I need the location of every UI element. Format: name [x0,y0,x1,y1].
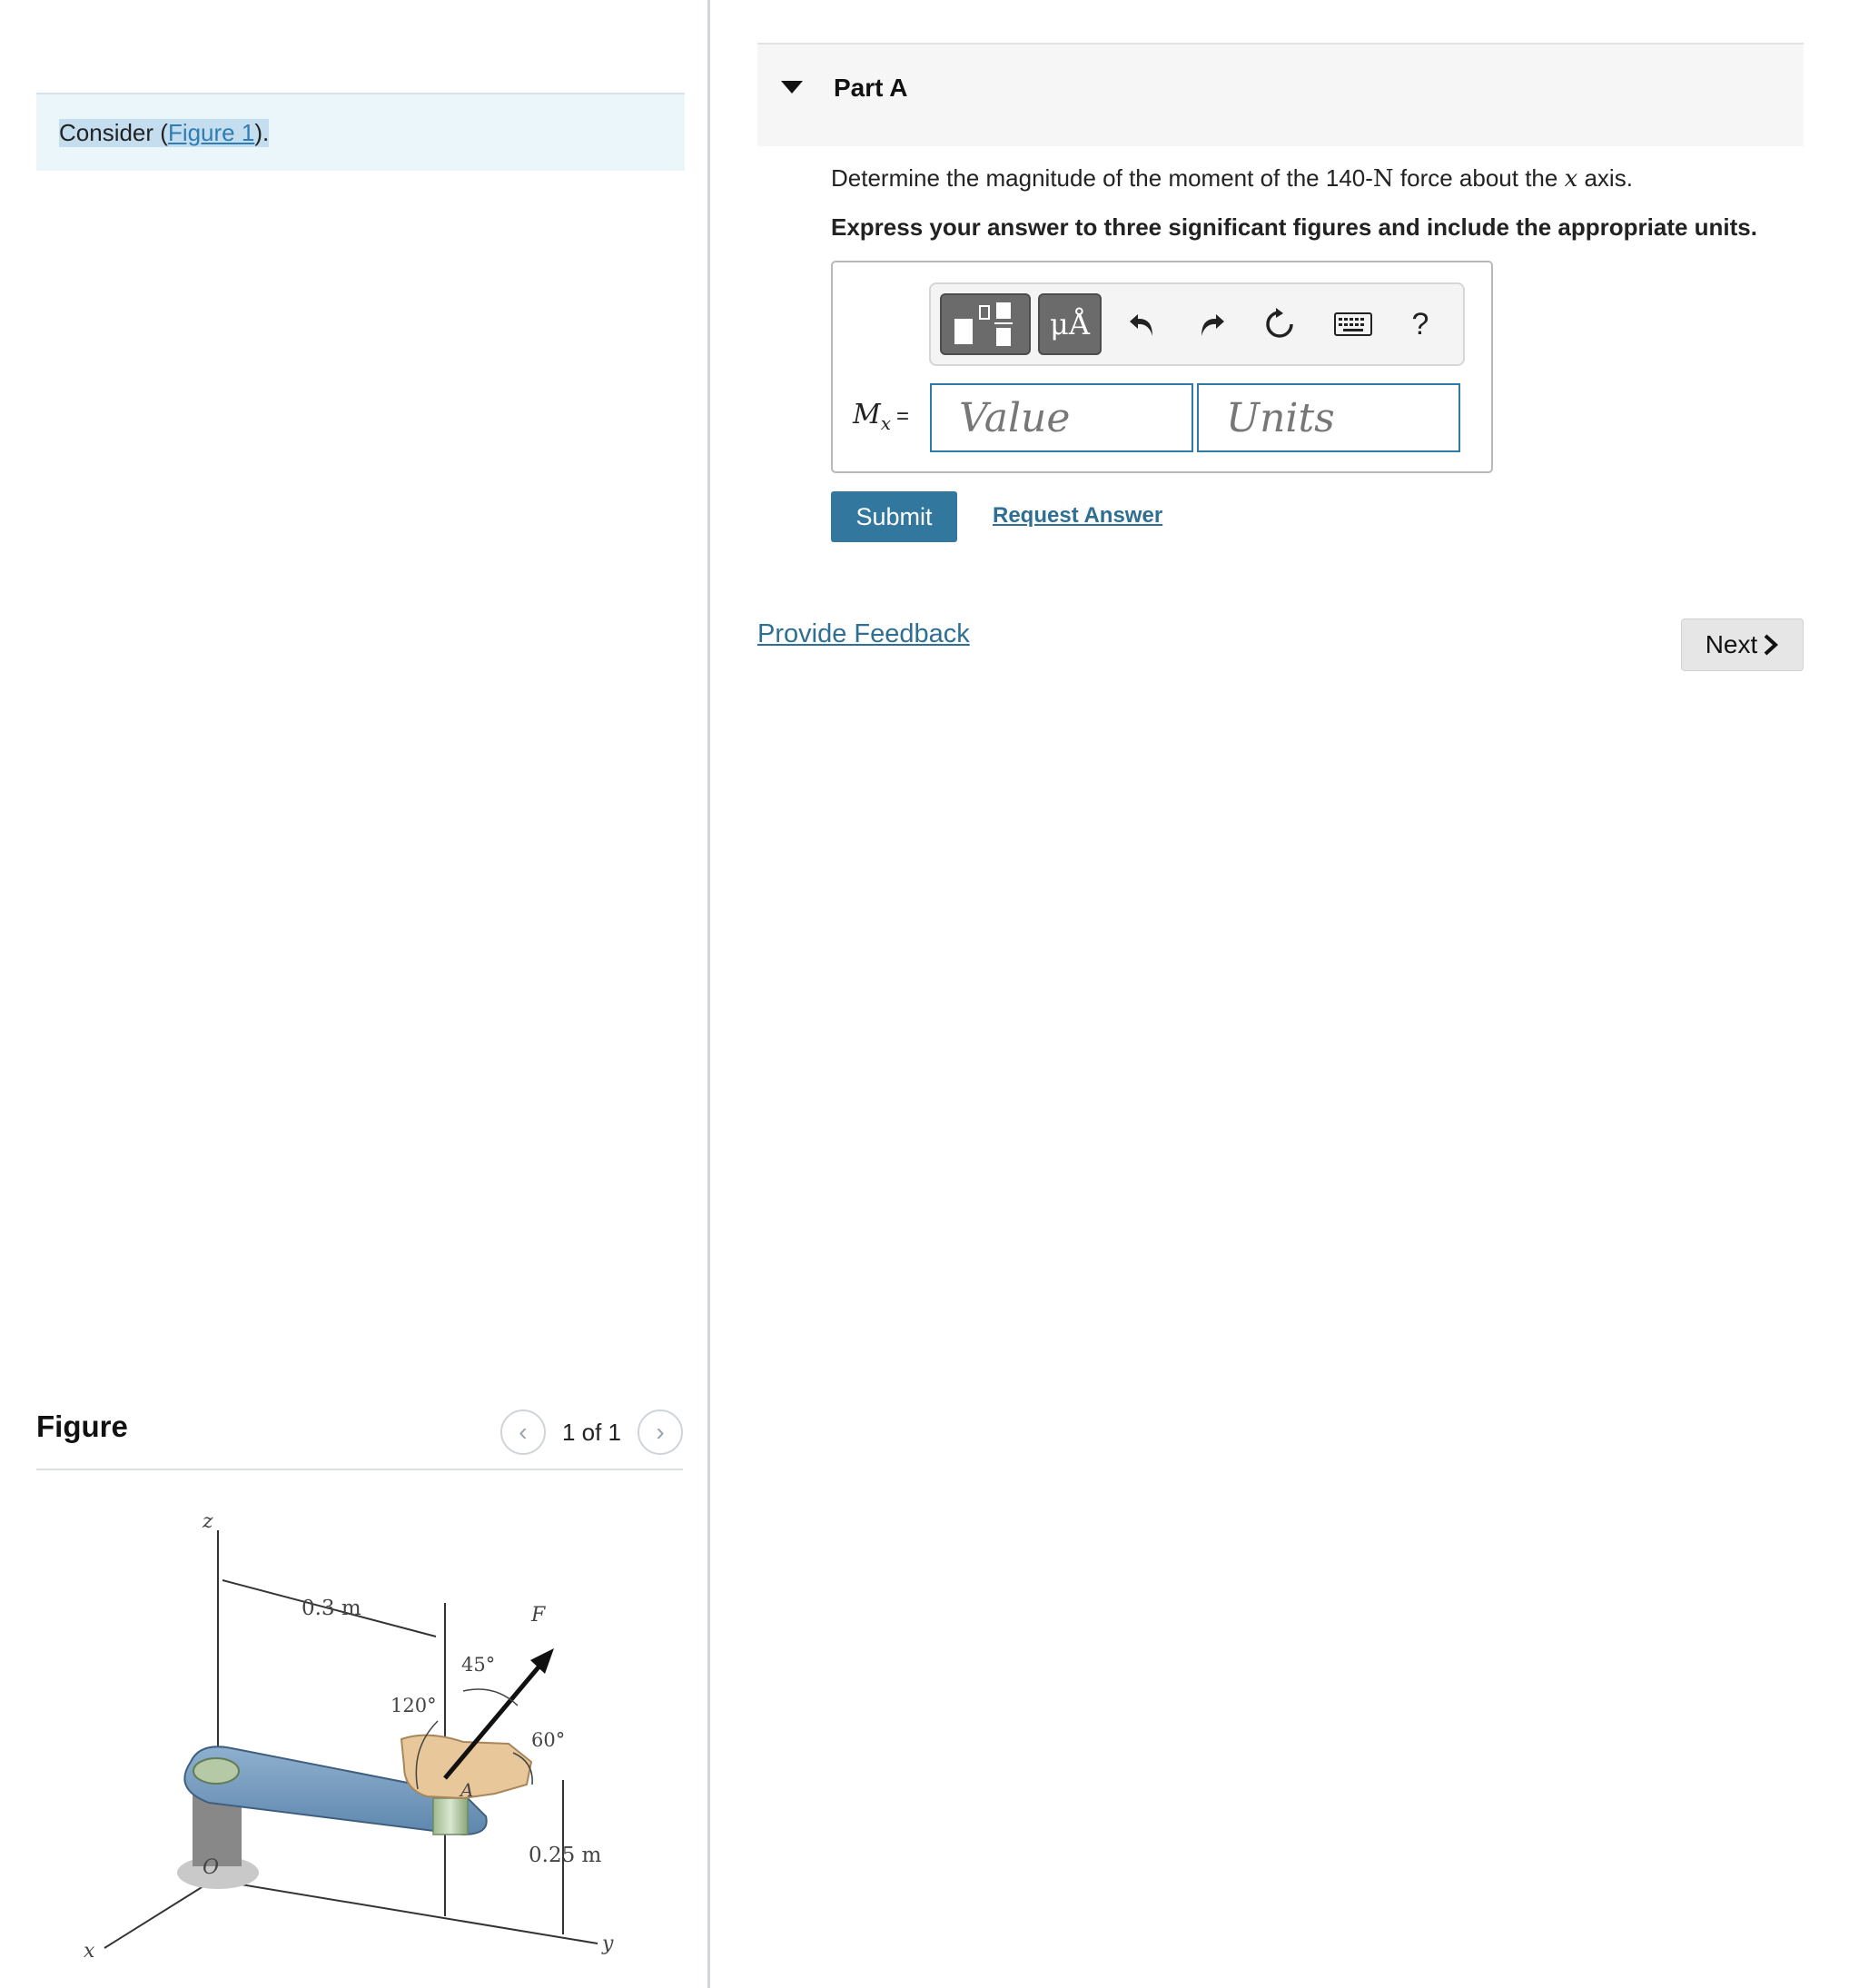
dimension-0-3m: 0.3 m [302,1597,361,1620]
origin-label: O [203,1856,219,1879]
y-axis-label: y [601,1933,614,1955]
angle-45: 45° [461,1654,495,1676]
request-answer-link[interactable]: Request Answer [993,503,1162,529]
templates-button[interactable] [940,293,1031,355]
undo-button[interactable] [1118,284,1167,364]
figure-header: Figure ‹ 1 of 1 › [36,1399,683,1471]
caret-down-icon [781,81,803,94]
figure-link[interactable]: Figure 1 [168,119,254,146]
reset-button[interactable] [1252,284,1307,364]
x-axis-label: x [84,1940,95,1963]
next-button[interactable]: Next [1681,618,1804,671]
figure-pager: ‹ 1 of 1 › [499,1409,683,1455]
value-input[interactable] [930,383,1193,452]
angle-120: 120° [391,1695,437,1716]
problem-intro: Consider (Figure 1). [36,93,685,171]
submit-button[interactable]: Submit [831,491,957,542]
prev-figure-button[interactable]: ‹ [499,1409,546,1455]
chevron-right-icon [1764,634,1779,656]
keyboard-icon [1334,312,1372,336]
part-title: Part A [834,74,908,102]
moment-label: Mx = [853,399,910,434]
redo-icon [1201,314,1224,336]
chevron-left-icon: ‹ [519,1418,528,1446]
force-label: F [530,1604,546,1627]
figure-divider [36,1469,683,1470]
angle-60: 60° [531,1729,565,1751]
pane-divider[interactable] [707,0,710,1988]
help-icon: ? [1411,306,1429,341]
undo-icon [1130,314,1152,336]
chevron-right-icon: › [656,1418,665,1446]
next-figure-button[interactable]: › [638,1409,683,1455]
dimension-0-25m: 0.25 m [529,1844,602,1867]
math-toolbar: μÅ ? [929,282,1465,366]
keyboard-button[interactable] [1321,284,1385,364]
units-symbols-button[interactable]: μÅ [1038,293,1102,355]
units-input[interactable] [1197,383,1460,452]
redo-button[interactable] [1187,284,1236,364]
answer-instruction: Express your answer to three significant… [831,213,1757,241]
axes [104,1530,598,1949]
answer-box: μÅ ? Mx = [831,261,1493,473]
intro-text: Consider (Figure 1). [59,118,270,147]
figure-title: Figure [36,1409,128,1443]
question-text: Determine the magnitude of the moment of… [831,164,1633,193]
z-axis-label: z [202,1510,213,1533]
left-pane: Consider (Figure 1). Figure ‹ 1 of 1 › z… [0,0,707,1988]
reset-icon [1266,308,1293,338]
figure-image: z x y O A F 0.3 m 0.25 m 45° 120° 60° [84,1510,614,1963]
help-button[interactable]: ? [1398,284,1443,364]
provide-feedback-link[interactable]: Provide Feedback [757,619,970,649]
point-a-label: A [459,1779,473,1801]
templates-icon [954,302,1013,346]
part-a-header[interactable]: Part A [757,43,1804,146]
pager-count: 1 of 1 [561,1418,621,1446]
